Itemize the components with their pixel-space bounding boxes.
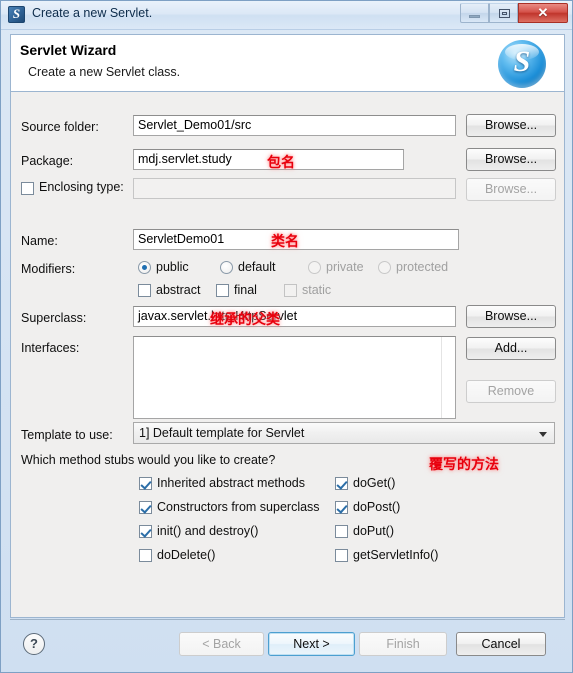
stub-label-init-and-destroy: init() and destroy() bbox=[157, 524, 259, 538]
close-button[interactable]: ✕ bbox=[518, 3, 568, 23]
modifier-radio-default[interactable] bbox=[220, 261, 233, 274]
enclosing-type-browse-button: Browse... bbox=[466, 178, 556, 201]
stub-checkbox-inherited-abstract-methods[interactable] bbox=[139, 477, 152, 490]
stub-checkbox-constructors-from-superclass[interactable] bbox=[139, 501, 152, 514]
name-label: Name: bbox=[21, 234, 58, 248]
minimize-button[interactable] bbox=[460, 3, 489, 23]
modifiers-label: Modifiers: bbox=[21, 262, 76, 276]
modifier-radio-public[interactable] bbox=[138, 261, 151, 274]
template-dropdown[interactable]: 1] Default template for Servlet bbox=[133, 422, 555, 444]
superclass-annotation: 继承的父类 bbox=[210, 312, 280, 328]
stub-label-constructors-from-superclass: Constructors from superclass bbox=[157, 500, 320, 514]
back-button: < Back bbox=[179, 632, 264, 656]
next-button[interactable]: Next > bbox=[268, 632, 355, 656]
restore-button[interactable] bbox=[489, 3, 518, 23]
servlet-icon bbox=[8, 6, 25, 23]
modifier-label-private: private bbox=[326, 260, 364, 274]
servlet-wizard-dialog: Create a new Servlet. ✕ Servlet Wizard C… bbox=[0, 0, 573, 673]
name-annotation: 类名 bbox=[271, 234, 299, 250]
modifier-label-protected: protected bbox=[396, 260, 449, 274]
help-icon[interactable]: ? bbox=[23, 633, 45, 655]
page-subtitle: Create a new Servlet class. bbox=[28, 65, 181, 79]
enclosing-type-label: Enclosing type: bbox=[39, 180, 124, 194]
modifier-checkbox-final[interactable] bbox=[216, 284, 229, 297]
package-label: Package: bbox=[21, 154, 74, 168]
enclosing-type-input bbox=[133, 178, 456, 199]
interfaces-list[interactable] bbox=[133, 336, 456, 419]
stub-label-inherited-abstract-methods: Inherited abstract methods bbox=[157, 476, 305, 490]
modifier-checkbox-static bbox=[284, 284, 297, 297]
footer-separator bbox=[10, 619, 565, 620]
superclass-browse-button[interactable]: Browse... bbox=[466, 305, 556, 328]
stub-label-doget: doGet() bbox=[353, 476, 396, 490]
interfaces-remove-button: Remove bbox=[466, 380, 556, 403]
modifier-label-final: final bbox=[234, 283, 257, 297]
finish-button: Finish bbox=[359, 632, 447, 656]
stub-checkbox-dodelete[interactable] bbox=[139, 549, 152, 562]
enclosing-type-checkbox[interactable] bbox=[21, 182, 34, 195]
stub-checkbox-init-and-destroy[interactable] bbox=[139, 525, 152, 538]
stubs-annotation: 覆写的方法 bbox=[429, 457, 499, 473]
restore-icon bbox=[499, 9, 510, 18]
modifier-checkbox-abstract[interactable] bbox=[138, 284, 151, 297]
modifier-label-default: default bbox=[238, 260, 276, 274]
stub-label-getservletinfo: getServletInfo() bbox=[353, 548, 439, 562]
page-title: Servlet Wizard bbox=[20, 42, 117, 58]
source-folder-label: Source folder: bbox=[21, 120, 99, 134]
window-title: Create a new Servlet. bbox=[32, 6, 153, 20]
chevron-down-icon bbox=[539, 432, 547, 437]
minimize-icon bbox=[469, 15, 480, 18]
superclass-label: Superclass: bbox=[21, 311, 87, 325]
template-label: Template to use: bbox=[21, 428, 113, 442]
source-folder-input[interactable]: Servlet_Demo01/src bbox=[133, 115, 456, 136]
modifier-label-abstract: abstract bbox=[156, 283, 201, 297]
logo-letter: S bbox=[513, 45, 531, 78]
interfaces-label: Interfaces: bbox=[21, 341, 80, 355]
modifier-radio-protected bbox=[378, 261, 391, 274]
title-bar: Create a new Servlet. ✕ bbox=[1, 1, 572, 30]
stub-label-dodelete: doDelete() bbox=[157, 548, 216, 562]
package-annotation: 包名 bbox=[267, 155, 295, 171]
stub-checkbox-getservletinfo[interactable] bbox=[335, 549, 348, 562]
servlet-logo-icon: S bbox=[498, 40, 546, 88]
cancel-button[interactable]: Cancel bbox=[456, 632, 546, 656]
wizard-body: Source folder: Servlet_Demo01/src Browse… bbox=[10, 91, 565, 618]
package-browse-button[interactable]: Browse... bbox=[466, 148, 556, 171]
help-glyph: ? bbox=[30, 636, 38, 651]
stub-checkbox-dopost[interactable] bbox=[335, 501, 348, 514]
template-selected-value: 1] Default template for Servlet bbox=[139, 426, 305, 440]
wizard-header: Servlet Wizard Create a new Servlet clas… bbox=[10, 34, 565, 91]
stub-checkbox-doput[interactable] bbox=[335, 525, 348, 538]
source-folder-browse-button[interactable]: Browse... bbox=[466, 114, 556, 137]
modifier-label-public: public bbox=[156, 260, 189, 274]
interfaces-add-button[interactable]: Add... bbox=[466, 337, 556, 360]
stub-label-dopost: doPost() bbox=[353, 500, 401, 514]
modifier-label-static: static bbox=[302, 283, 332, 297]
stub-label-doput: doPut() bbox=[353, 524, 394, 538]
modifier-radio-private bbox=[308, 261, 321, 274]
superclass-input[interactable]: javax.servlet.http.HttpServlet bbox=[133, 306, 456, 327]
stubs-question: Which method stubs would you like to cre… bbox=[21, 453, 276, 467]
stub-checkbox-doget[interactable] bbox=[335, 477, 348, 490]
close-icon: ✕ bbox=[537, 5, 549, 20]
